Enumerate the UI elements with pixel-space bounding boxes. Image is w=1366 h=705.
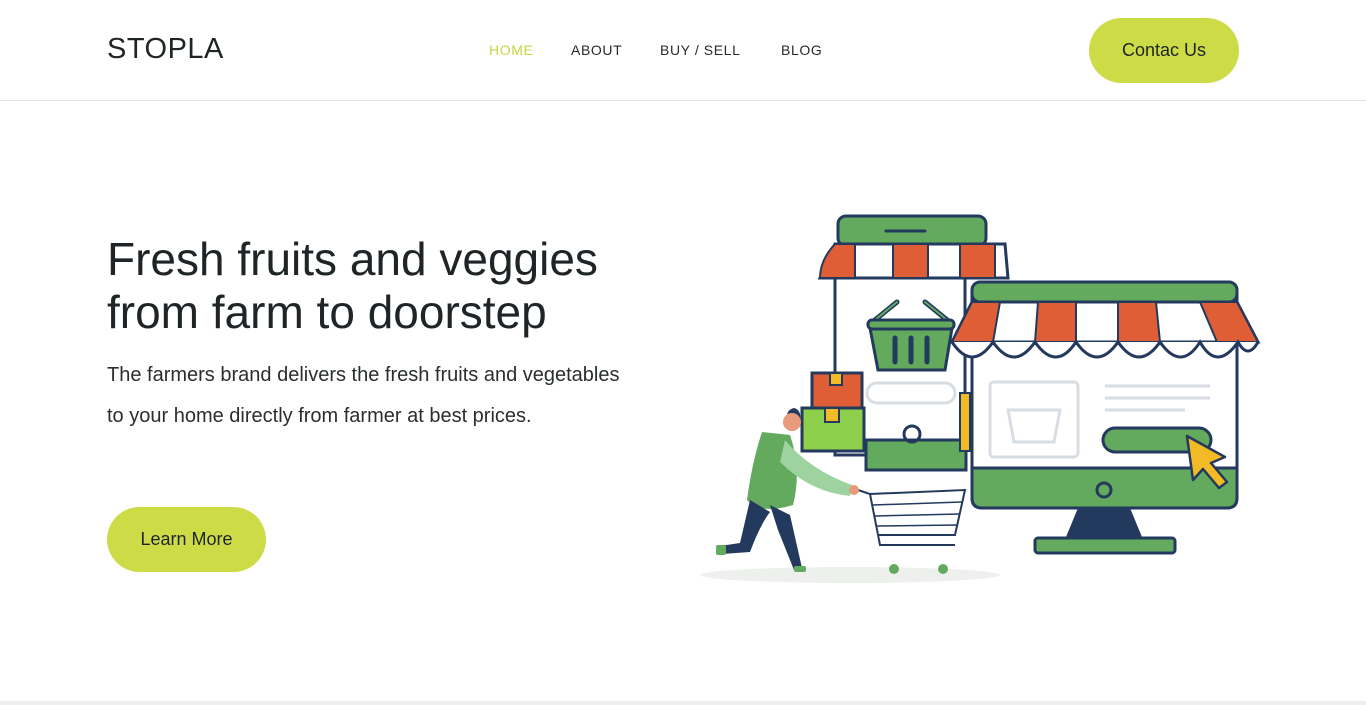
shopping-cart-icon bbox=[857, 488, 967, 574]
nav-item-home[interactable]: HOME bbox=[489, 42, 533, 58]
site-header: STOPLA HOME ABOUT BUY / SELL BLOG Contac… bbox=[0, 0, 1366, 101]
hero-title: Fresh fruits and veggies from farm to do… bbox=[107, 233, 598, 338]
section-divider bbox=[0, 701, 1366, 705]
monitor-icon bbox=[949, 280, 1261, 555]
nav-item-buy-sell[interactable]: BUY / SELL bbox=[660, 42, 740, 58]
learn-more-button[interactable]: Learn More bbox=[107, 507, 266, 572]
nav-item-about[interactable]: ABOUT bbox=[571, 42, 622, 58]
contact-us-button[interactable]: Contac Us bbox=[1089, 18, 1239, 83]
logo[interactable]: STOPLA bbox=[107, 33, 224, 66]
hero-description: The farmers brand delivers the fresh fru… bbox=[107, 364, 620, 427]
ground-shadow bbox=[700, 567, 1000, 583]
nav-item-blog[interactable]: BLOG bbox=[781, 42, 822, 58]
hero-illustration bbox=[700, 214, 1261, 583]
